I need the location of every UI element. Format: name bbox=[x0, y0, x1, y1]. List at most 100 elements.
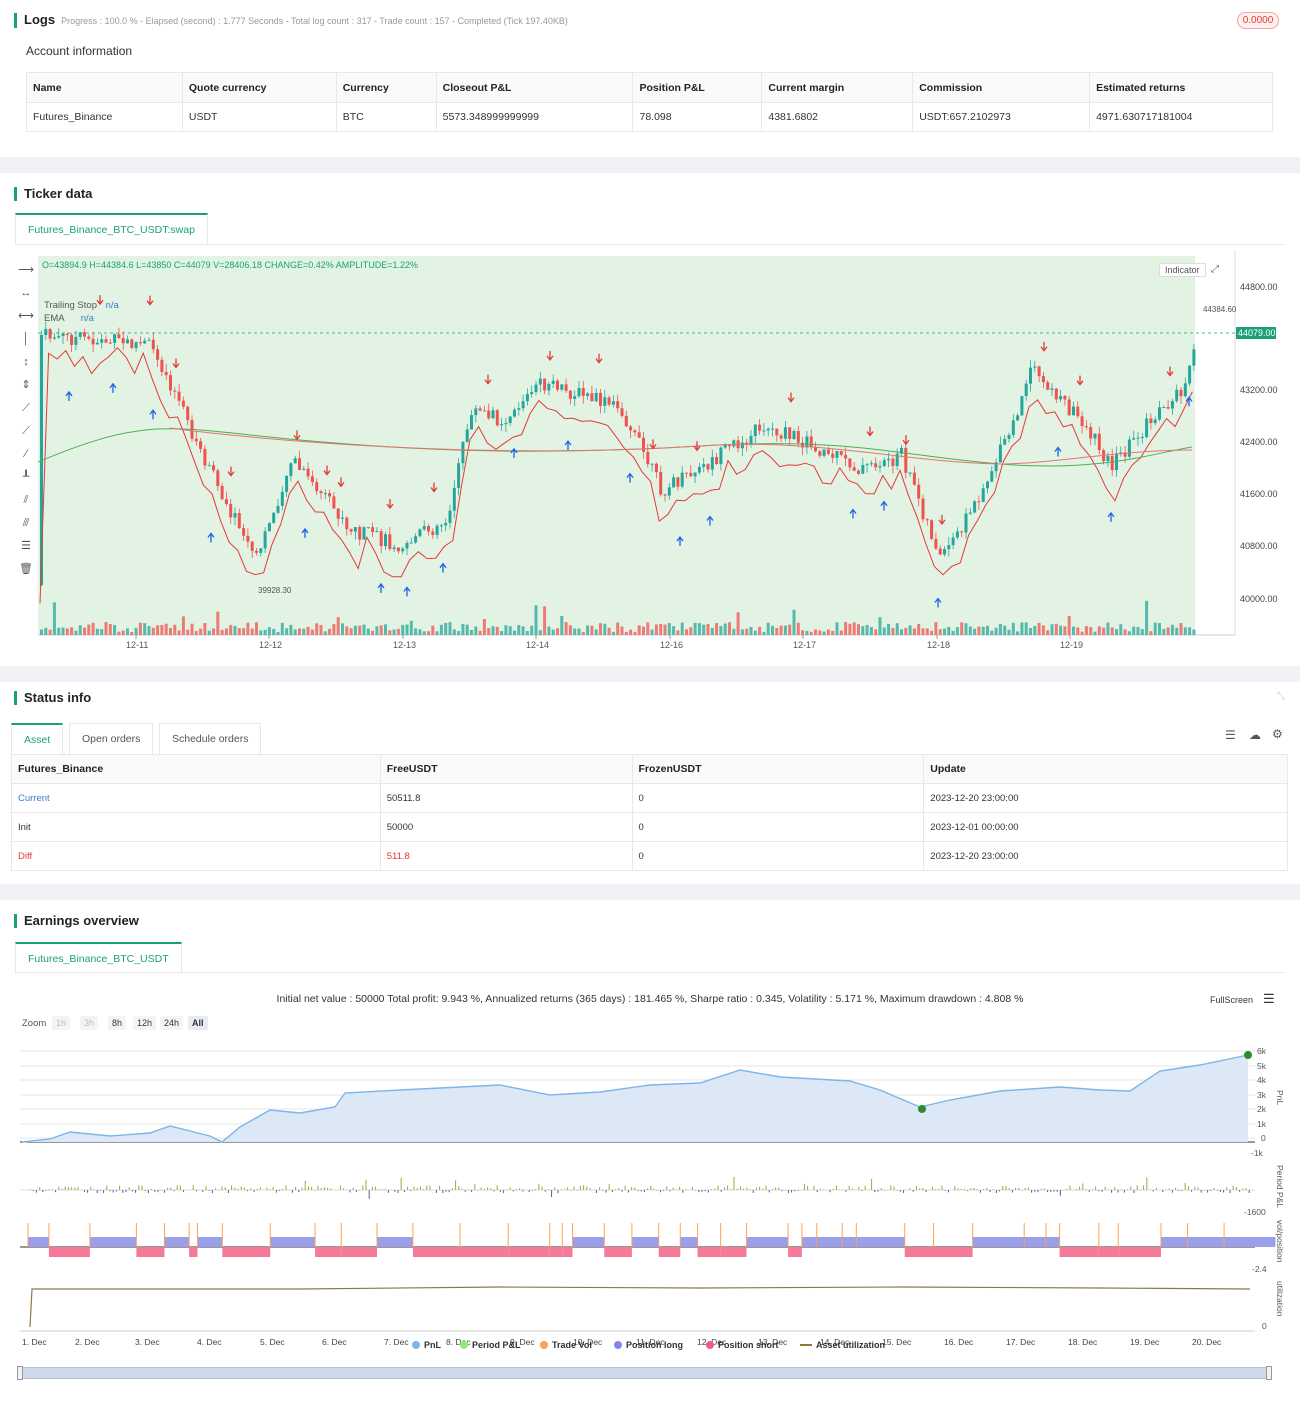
volume-bar bbox=[930, 630, 934, 635]
candle-body bbox=[844, 454, 848, 459]
account-table: Name Quote currency Currency Closeout P&L Po… bbox=[26, 72, 1273, 132]
candle-body bbox=[921, 498, 925, 520]
legend-item[interactable]: Period P&L bbox=[460, 1340, 521, 1350]
ohlc-readout: O=43894.9 H=44384.6 L=43850 C=44079 V=28… bbox=[42, 260, 419, 270]
position-short-bar bbox=[222, 1247, 271, 1257]
candle-body bbox=[435, 525, 439, 535]
candle-body bbox=[1024, 383, 1028, 397]
volume-bar bbox=[1110, 627, 1114, 635]
navigator-scrollbar[interactable] bbox=[20, 1367, 1272, 1379]
collapse-icon[interactable]: ⤡ bbox=[1277, 691, 1285, 702]
volume-bar bbox=[848, 623, 852, 635]
volume-bar bbox=[396, 628, 400, 635]
candle-body bbox=[599, 392, 602, 406]
volume-bar bbox=[83, 627, 86, 635]
candle-body bbox=[181, 400, 185, 407]
menu-icon[interactable]: ☰ bbox=[1263, 991, 1275, 1007]
volume-bar bbox=[1007, 629, 1011, 635]
tab-open-orders[interactable]: Open orders bbox=[69, 723, 154, 754]
candle-body bbox=[1145, 418, 1149, 438]
zoom-12h[interactable]: 12h bbox=[133, 1016, 157, 1030]
volume-bar bbox=[504, 625, 508, 635]
position-tick: -2.4 bbox=[1252, 1264, 1267, 1274]
volume-bar bbox=[594, 629, 598, 635]
tab-asset[interactable]: Asset bbox=[11, 723, 64, 755]
zoom-8h[interactable]: 8h bbox=[108, 1016, 127, 1030]
candle-body bbox=[607, 397, 611, 405]
settings-gear-icon[interactable]: ⚙ bbox=[1272, 727, 1283, 741]
candle-body bbox=[977, 501, 981, 503]
navigator-left-handle[interactable] bbox=[17, 1366, 23, 1380]
candle-body bbox=[375, 531, 379, 533]
fullscreen-button[interactable]: FullScreen bbox=[1210, 995, 1253, 1005]
candle-body bbox=[422, 526, 426, 530]
legend-label: PnL bbox=[424, 1340, 441, 1350]
volume-bar bbox=[775, 627, 779, 635]
candle-body bbox=[220, 485, 224, 500]
candle-body bbox=[366, 527, 370, 529]
candle-body bbox=[1076, 406, 1080, 417]
candle-body bbox=[693, 472, 697, 477]
tab-earnings-symbol[interactable]: Futures_Binance_BTC_USDT bbox=[15, 942, 182, 974]
candle-body bbox=[224, 499, 228, 504]
zoom-all[interactable]: All bbox=[188, 1016, 208, 1030]
volume-bar bbox=[401, 624, 405, 635]
candle-body bbox=[194, 438, 198, 442]
candle-body bbox=[233, 513, 237, 518]
candle-body bbox=[603, 397, 607, 406]
candle-body bbox=[943, 549, 946, 555]
volume-bar bbox=[1127, 631, 1131, 635]
candle-body bbox=[319, 491, 323, 494]
candle-body bbox=[775, 428, 779, 436]
candle-body bbox=[121, 337, 125, 344]
legend-item[interactable]: Position long bbox=[614, 1340, 683, 1350]
position-long-bar bbox=[842, 1237, 857, 1247]
volume-bar bbox=[543, 606, 547, 635]
candle-body bbox=[1175, 389, 1179, 402]
volume-bar bbox=[706, 624, 710, 635]
candle-body bbox=[543, 378, 547, 391]
pnl-tick: 3k bbox=[1257, 1090, 1266, 1100]
earnings-chart[interactable] bbox=[0, 1035, 1300, 1385]
volume-bar bbox=[611, 631, 615, 635]
fullscreen-chart-icon[interactable]: ⤢ bbox=[1211, 264, 1219, 275]
candle-body bbox=[379, 531, 383, 547]
candlestick-chart[interactable]: 44079.00 44384.60 39928.30 44800.00 43200.00… bbox=[0, 250, 1300, 660]
volume-bar bbox=[414, 628, 418, 635]
volume-bar bbox=[156, 625, 160, 635]
tab-ticker-symbol[interactable]: Futures_Binance_BTC_USDT:swap bbox=[15, 213, 208, 245]
zoom-24h[interactable]: 24h bbox=[160, 1016, 184, 1030]
candle-body bbox=[229, 503, 233, 518]
legend-item[interactable]: Position short bbox=[706, 1340, 779, 1350]
volume-bar bbox=[1145, 600, 1149, 635]
candle-body bbox=[710, 457, 714, 470]
legend-item[interactable]: PnL bbox=[412, 1340, 441, 1350]
date-tick-label: 12-18 bbox=[927, 640, 950, 650]
volume-bar bbox=[646, 622, 650, 635]
candle-body bbox=[779, 435, 783, 439]
navigator-right-handle[interactable] bbox=[1266, 1366, 1272, 1380]
candle-body bbox=[310, 476, 314, 483]
logs-badge[interactable]: 0.0000 bbox=[1237, 12, 1279, 29]
volume-bar bbox=[427, 631, 430, 635]
date-label: 2. Dec bbox=[75, 1337, 100, 1347]
legend-item[interactable]: Trade Vol bbox=[540, 1340, 592, 1350]
date-label: 4. Dec bbox=[197, 1337, 222, 1347]
indicator-button[interactable]: Indicator bbox=[1159, 263, 1206, 277]
zoom-1h[interactable]: 1h bbox=[52, 1016, 71, 1030]
legend-item[interactable]: Asset utilization bbox=[800, 1340, 885, 1350]
tab-schedule-orders[interactable]: Schedule orders bbox=[159, 723, 262, 754]
pnl-tick: 2k bbox=[1257, 1104, 1266, 1114]
candle-body bbox=[285, 475, 289, 492]
candle-body bbox=[280, 491, 284, 506]
list-icon[interactable]: ☰ bbox=[1225, 728, 1236, 742]
table-cell: 4381.6802 bbox=[761, 102, 914, 132]
table-cell: BTC bbox=[335, 102, 437, 132]
candle-body bbox=[521, 401, 525, 409]
cloud-download-icon[interactable]: ☁ bbox=[1249, 728, 1261, 742]
zoom-3h[interactable]: 3h bbox=[80, 1016, 99, 1030]
candle-body bbox=[680, 472, 684, 487]
candle-body bbox=[530, 392, 534, 395]
candle-body bbox=[341, 517, 344, 519]
candle-body bbox=[887, 458, 891, 461]
